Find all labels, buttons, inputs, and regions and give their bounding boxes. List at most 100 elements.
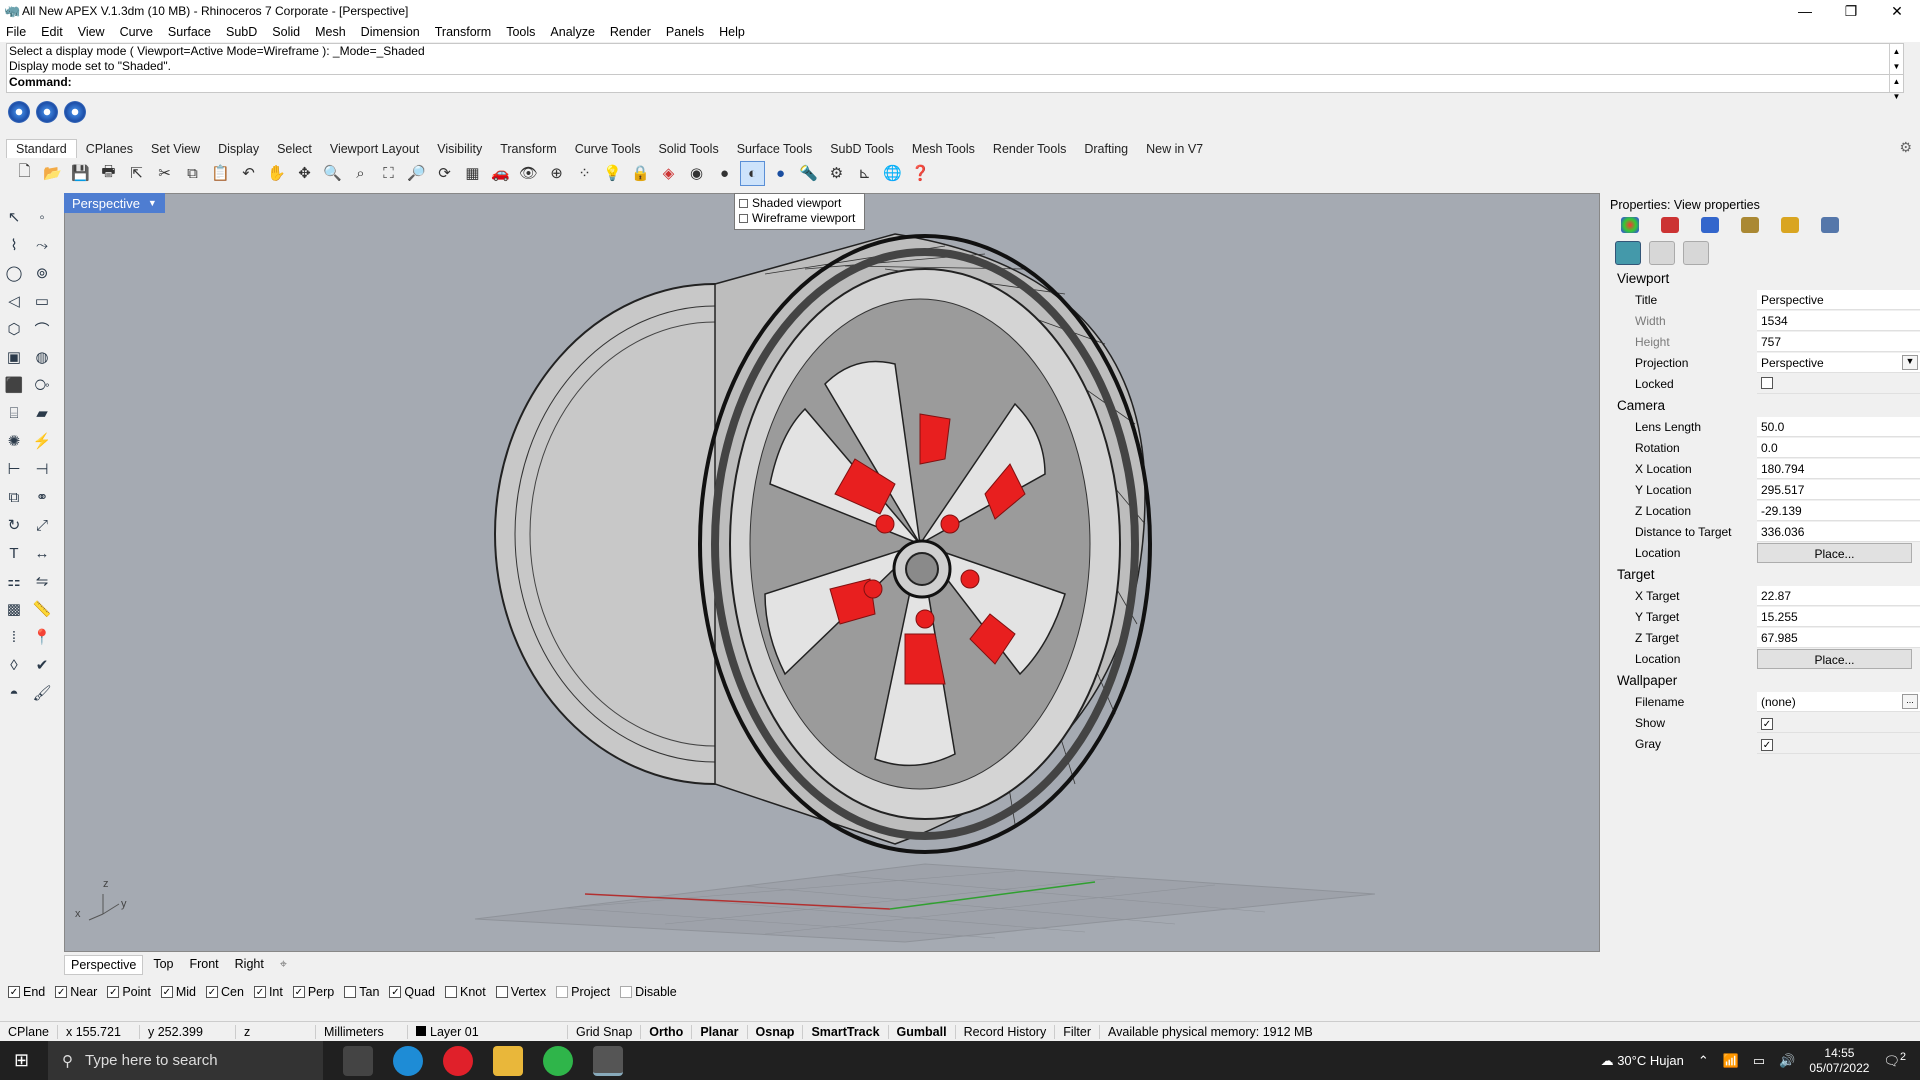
clock[interactable]: 14:55 05/07/2022 <box>1809 1046 1869 1076</box>
rotate-view-icon[interactable]: ⟳ <box>432 161 457 186</box>
fillet-curve-icon[interactable]: ⌒ <box>30 317 54 341</box>
filter-toggle[interactable]: Filter <box>1055 1024 1101 1039</box>
tab-transform[interactable]: Transform <box>491 140 566 158</box>
rotate-icon[interactable]: ↻ <box>2 513 26 537</box>
cut-icon[interactable]: ✂ <box>152 161 177 186</box>
grid-icon[interactable]: ▦ <box>460 161 485 186</box>
menu-edit[interactable]: Edit <box>41 25 63 39</box>
menu-analyze[interactable]: Analyze <box>550 25 594 39</box>
chevron-down-icon[interactable]: ▼ <box>1902 354 1918 370</box>
tab-select[interactable]: Select <box>268 140 321 158</box>
tab-drafting[interactable]: Drafting <box>1075 140 1137 158</box>
gumball-toggle[interactable]: Gumball <box>889 1024 956 1039</box>
circle-icon[interactable]: ◯ <box>2 261 26 285</box>
material-sphere-icon[interactable]: ● <box>712 161 737 186</box>
x-target-field[interactable]: 22.87 <box>1757 585 1920 606</box>
rotation-field[interactable]: 0.0 <box>1757 437 1920 458</box>
y-location-field[interactable]: 295.517 <box>1757 479 1920 500</box>
car-icon[interactable]: 🚗 <box>488 161 513 186</box>
new-file-icon[interactable]: 🗋 <box>12 161 37 186</box>
title-field[interactable]: Perspective <box>1757 289 1920 310</box>
tab-subd-tools[interactable]: SubD Tools <box>821 140 903 158</box>
light-bulb-icon[interactable]: 💡 <box>600 161 625 186</box>
shaded-viewport-option[interactable]: Shaded viewport <box>739 196 860 211</box>
curve-icon[interactable]: ⤳ <box>30 233 54 257</box>
grid-array-icon[interactable]: ⁞ <box>2 625 26 649</box>
rhino-tool-icon[interactable] <box>8 101 30 123</box>
loft-icon[interactable]: ◍ <box>30 345 54 369</box>
ortho-toggle[interactable]: Ortho <box>641 1024 693 1039</box>
browse-button[interactable]: ... <box>1902 693 1918 709</box>
zoom-selected-icon[interactable]: 🔎 <box>404 161 429 186</box>
menu-view[interactable]: View <box>78 25 105 39</box>
task-view-icon[interactable] <box>343 1045 373 1076</box>
projection-select[interactable]: Perspective ▼ <box>1757 352 1920 373</box>
layer-icon[interactable]: ◈ <box>656 161 681 186</box>
layer-status[interactable]: Layer 01 <box>408 1024 568 1039</box>
text-icon[interactable]: T <box>2 541 26 565</box>
osnap-int[interactable]: ✓ Int <box>253 985 283 999</box>
units-status[interactable]: Millimeters <box>316 1024 408 1039</box>
show-checkbox[interactable]: ✓ <box>1761 717 1773 730</box>
osnap-quad[interactable]: ✓ Quad <box>389 985 435 999</box>
menu-file[interactable]: File <box>6 25 26 39</box>
osnap-project[interactable]: Project <box>556 985 610 999</box>
osnap-toggle[interactable]: Osnap <box>748 1024 804 1039</box>
point-icon[interactable]: ⁘ <box>572 161 597 186</box>
tab-solid-tools[interactable]: Solid Tools <box>649 140 727 158</box>
folder-icon[interactable] <box>1781 217 1799 233</box>
camera-place-button[interactable]: Place... <box>1757 542 1912 563</box>
menu-mesh[interactable]: Mesh <box>315 25 346 39</box>
windows-start-icon[interactable]: ⊞ <box>14 1050 29 1071</box>
color-wheel-icon[interactable] <box>1621 217 1639 233</box>
spotlight-icon[interactable]: 🔦 <box>796 161 821 186</box>
z-target-field[interactable]: 67.985 <box>1757 627 1920 648</box>
image-icon[interactable] <box>1821 217 1839 233</box>
named-view-icon[interactable]: 👁 <box>516 161 541 186</box>
paint-icon[interactable]: 🖌 <box>30 681 54 705</box>
locked-checkbox[interactable] <box>1761 376 1773 389</box>
menu-solid[interactable]: Solid <box>272 25 300 39</box>
tab-curve-tools[interactable]: Curve Tools <box>566 140 650 158</box>
options-gear-icon[interactable]: ⚙ <box>824 161 849 186</box>
solid-box-icon[interactable]: ▩ <box>2 597 26 621</box>
add-viewport-icon[interactable]: ⌖ <box>274 955 293 975</box>
record-history-toggle[interactable]: Record History <box>956 1024 1056 1039</box>
viewport-title-tab[interactable]: Perspective ▼ <box>64 193 165 213</box>
file-explorer-icon[interactable] <box>493 1045 523 1076</box>
menu-render[interactable]: Render <box>610 25 651 39</box>
vp-tab-top[interactable]: Top <box>147 955 179 975</box>
vpn-app-icon[interactable] <box>543 1045 573 1076</box>
osnap-vertex[interactable]: Vertex <box>495 985 546 999</box>
dimension-icon[interactable]: ⊾ <box>852 161 877 186</box>
tab-display[interactable]: Display <box>209 140 268 158</box>
filename-field[interactable]: (none)... <box>1757 691 1920 712</box>
smarttrack-toggle[interactable]: SmartTrack <box>803 1024 889 1039</box>
mirror-icon[interactable]: ⇋ <box>30 569 54 593</box>
weather-widget[interactable]: ☁ 30°C Hujan <box>1601 1053 1684 1069</box>
surface-icon[interactable]: ▣ <box>2 345 26 369</box>
menu-transform[interactable]: Transform <box>435 25 492 39</box>
view-properties-icon[interactable] <box>1615 241 1641 265</box>
tab-visibility[interactable]: Visibility <box>428 140 491 158</box>
tab-set-view[interactable]: Set View <box>142 140 209 158</box>
wrench-icon[interactable] <box>1649 241 1675 265</box>
analyze-icon[interactable]: ◊ <box>2 653 26 677</box>
open-folder-icon[interactable]: 📂 <box>40 161 65 186</box>
osnap-perp[interactable]: ✓ Perp <box>292 985 334 999</box>
chevron-down-icon[interactable]: ▼ <box>148 198 157 208</box>
paste-icon[interactable]: 📋 <box>208 161 233 186</box>
grid-snap-toggle[interactable]: Grid Snap <box>568 1024 642 1039</box>
tab-render-tools[interactable]: Render Tools <box>984 140 1075 158</box>
menu-surface[interactable]: Surface <box>168 25 211 39</box>
command-prompt[interactable]: Command: <box>9 74 1903 91</box>
print-icon[interactable]: 🖶 <box>96 161 121 186</box>
osnap-point[interactable]: ✓ Point <box>107 985 151 999</box>
menu-curve[interactable]: Curve <box>120 25 153 39</box>
dimension-tool-icon[interactable]: ↔ <box>30 541 54 565</box>
network-icon[interactable]: 📶 <box>1723 1053 1739 1069</box>
help-icon[interactable]: ❓ <box>908 161 933 186</box>
osnap-knot[interactable]: Knot <box>445 985 486 999</box>
cylinder-icon[interactable]: ⌸ <box>2 401 26 425</box>
point-tool-icon[interactable]: ◦ <box>30 205 54 229</box>
